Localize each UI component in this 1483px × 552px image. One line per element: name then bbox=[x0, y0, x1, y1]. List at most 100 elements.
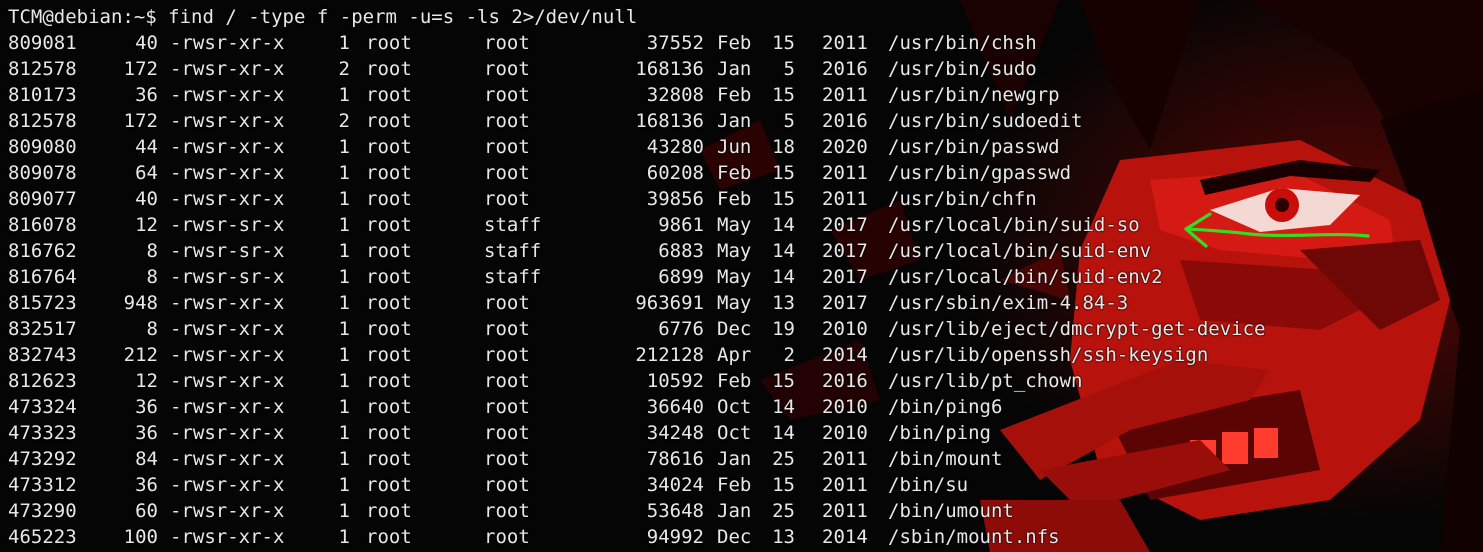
file-owner: root bbox=[366, 318, 412, 340]
list-item: 809078 64 -rwsr-xr-x 1 root root 60208 Feb 15 201… bbox=[8, 160, 1483, 186]
list-item: 473290 60 -rwsr-xr-x 1 root root 53648 Jan 25 201… bbox=[8, 498, 1483, 524]
file-blocks: 212 bbox=[123, 344, 158, 366]
file-month: Feb bbox=[717, 370, 752, 392]
file-day: 13 bbox=[772, 292, 795, 314]
list-item: 816078 12 -rwsr-sr-x 1 root staff 9861 May 14 201… bbox=[8, 212, 1483, 238]
file-blocks: 36 bbox=[135, 396, 158, 418]
file-day: 15 bbox=[772, 474, 795, 496]
file-size: 10592 bbox=[646, 370, 704, 392]
file-day: 2 bbox=[783, 344, 795, 366]
file-perm: -rwsr-xr-x bbox=[170, 500, 285, 522]
file-path: /bin/su bbox=[888, 474, 969, 496]
file-month: Feb bbox=[717, 474, 752, 496]
file-size: 168136 bbox=[635, 58, 704, 80]
file-group: root bbox=[484, 448, 530, 470]
file-size: 43280 bbox=[646, 136, 704, 158]
file-inode: 809081 bbox=[8, 32, 77, 54]
file-month: Feb bbox=[717, 32, 752, 54]
file-year: 2011 bbox=[822, 448, 868, 470]
file-links: 1 bbox=[338, 370, 350, 392]
file-year: 2016 bbox=[822, 110, 868, 132]
file-inode: 810173 bbox=[8, 84, 77, 106]
file-month: Oct bbox=[717, 422, 752, 444]
file-group: root bbox=[484, 110, 530, 132]
file-month: Dec bbox=[717, 526, 752, 548]
file-links: 1 bbox=[338, 500, 350, 522]
file-inode: 473324 bbox=[8, 396, 77, 418]
file-path: /usr/bin/chfn bbox=[888, 188, 1037, 210]
file-size: 53648 bbox=[646, 500, 704, 522]
file-links: 1 bbox=[338, 136, 350, 158]
file-blocks: 948 bbox=[123, 292, 158, 314]
file-day: 15 bbox=[772, 188, 795, 210]
file-owner: root bbox=[366, 500, 412, 522]
list-item: 809077 40 -rwsr-xr-x 1 root root 39856 Feb 15 201… bbox=[8, 186, 1483, 212]
file-blocks: 8 bbox=[146, 266, 158, 288]
file-links: 1 bbox=[338, 32, 350, 54]
file-inode: 809080 bbox=[8, 136, 77, 158]
file-perm: -rwsr-sr-x bbox=[170, 214, 285, 236]
file-group: root bbox=[484, 370, 530, 392]
file-day: 5 bbox=[783, 110, 795, 132]
file-month: Oct bbox=[717, 396, 752, 418]
file-owner: root bbox=[366, 162, 412, 184]
file-path: /usr/bin/sudoedit bbox=[888, 110, 1083, 132]
file-month: Dec bbox=[717, 318, 752, 340]
list-item: 812578 172 -rwsr-xr-x 2 root root 168136 Jan 5 20… bbox=[8, 56, 1483, 82]
file-blocks: 8 bbox=[146, 318, 158, 340]
file-day: 13 bbox=[772, 526, 795, 548]
list-item: 812623 12 -rwsr-xr-x 1 root root 10592 Feb 15 201… bbox=[8, 368, 1483, 394]
file-path: /usr/bin/chsh bbox=[888, 32, 1037, 54]
command-line: TCM@debian:~$ find / -type f -perm -u=s … bbox=[8, 4, 1483, 30]
file-month: Apr bbox=[717, 344, 752, 366]
file-year: 2010 bbox=[822, 422, 868, 444]
file-month: Jan bbox=[717, 110, 752, 132]
file-list: 809081 40 -rwsr-xr-x 1 root root 37552 Feb 15 201… bbox=[8, 30, 1483, 550]
file-inode: 809078 bbox=[8, 162, 77, 184]
file-blocks: 172 bbox=[123, 110, 158, 132]
list-item: 473312 36 -rwsr-xr-x 1 root root 34024 Feb 15 201… bbox=[8, 472, 1483, 498]
file-perm: -rwsr-xr-x bbox=[170, 448, 285, 470]
file-year: 2014 bbox=[822, 526, 868, 548]
file-day: 14 bbox=[772, 422, 795, 444]
file-perm: -rwsr-xr-x bbox=[170, 422, 285, 444]
file-blocks: 40 bbox=[135, 188, 158, 210]
file-day: 25 bbox=[772, 500, 795, 522]
file-inode: 816078 bbox=[8, 214, 77, 236]
file-inode: 473290 bbox=[8, 500, 77, 522]
file-owner: root bbox=[366, 448, 412, 470]
file-links: 1 bbox=[338, 84, 350, 106]
file-month: Jan bbox=[717, 448, 752, 470]
file-size: 168136 bbox=[635, 110, 704, 132]
file-owner: root bbox=[366, 32, 412, 54]
file-path: /usr/bin/sudo bbox=[888, 58, 1037, 80]
file-inode: 473312 bbox=[8, 474, 77, 496]
file-inode: 832743 bbox=[8, 344, 77, 366]
file-size: 94992 bbox=[646, 526, 704, 548]
file-owner: root bbox=[366, 396, 412, 418]
file-day: 18 bbox=[772, 136, 795, 158]
file-size: 212128 bbox=[635, 344, 704, 366]
list-item: 812578 172 -rwsr-xr-x 2 root root 168136 Jan 5 20… bbox=[8, 108, 1483, 134]
file-links: 2 bbox=[338, 110, 350, 132]
file-month: May bbox=[717, 266, 752, 288]
file-group: root bbox=[484, 474, 530, 496]
list-item: 473292 84 -rwsr-xr-x 1 root root 78616 Jan 25 201… bbox=[8, 446, 1483, 472]
file-day: 15 bbox=[772, 370, 795, 392]
shell-prompt: TCM@debian:~$ bbox=[8, 6, 157, 28]
file-path: /usr/bin/gpasswd bbox=[888, 162, 1072, 184]
file-size: 37552 bbox=[646, 32, 704, 54]
terminal-window[interactable]: TCM@debian:~$ find / -type f -perm -u=s … bbox=[0, 0, 1483, 552]
file-perm: -rwsr-xr-x bbox=[170, 292, 285, 314]
file-size: 36640 bbox=[646, 396, 704, 418]
file-day: 15 bbox=[772, 32, 795, 54]
file-inode: 812623 bbox=[8, 370, 77, 392]
file-inode: 816762 bbox=[8, 240, 77, 262]
file-links: 1 bbox=[338, 162, 350, 184]
file-year: 2010 bbox=[822, 396, 868, 418]
file-owner: root bbox=[366, 84, 412, 106]
file-size: 34248 bbox=[646, 422, 704, 444]
file-blocks: 12 bbox=[135, 214, 158, 236]
list-item: 473324 36 -rwsr-xr-x 1 root root 36640 Oct 14 201… bbox=[8, 394, 1483, 420]
file-perm: -rwsr-xr-x bbox=[170, 32, 285, 54]
